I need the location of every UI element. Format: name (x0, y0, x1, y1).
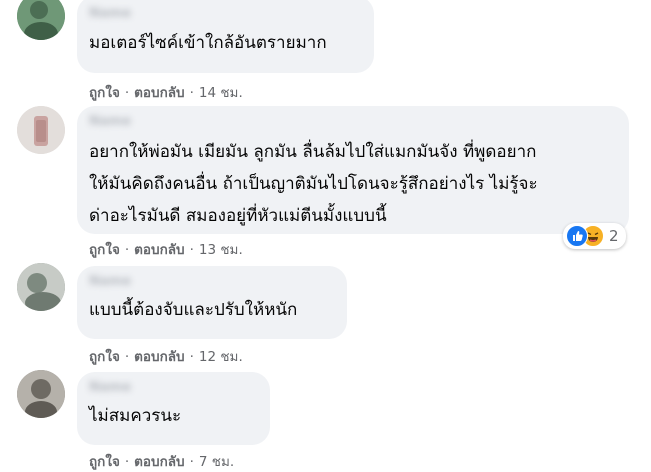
separator-dot: · (189, 242, 194, 258)
separator-dot: · (124, 242, 130, 258)
comment-text: แบบนี้ต้องจับและปรับให้หนัก (89, 300, 298, 320)
like-icon (566, 225, 588, 247)
comment-actions: ถูกใจ · ตอบกลับ · 12 ชม. (89, 345, 243, 367)
avatar[interactable] (17, 0, 65, 40)
reply-link[interactable]: ตอบกลับ (134, 85, 184, 101)
like-link[interactable]: ถูกใจ (89, 454, 120, 470)
separator-dot: · (124, 454, 130, 470)
avatar[interactable] (17, 263, 65, 311)
separator-dot: · (189, 454, 194, 470)
comment-timestamp[interactable]: 13 ชม. (199, 242, 243, 258)
avatar[interactable] (17, 106, 65, 154)
avatar[interactable] (17, 370, 65, 418)
like-link[interactable]: ถูกใจ (89, 349, 120, 365)
reply-link[interactable]: ตอบกลับ (134, 454, 184, 470)
reply-link[interactable]: ตอบกลับ (134, 242, 184, 258)
separator-dot: · (124, 349, 130, 365)
avatar-image (17, 106, 65, 154)
comment-timestamp[interactable]: 12 ชม. (199, 349, 243, 365)
avatar-image (17, 370, 65, 418)
comment-text: มอเตอร์ไซค์เข้าใกล้อันตรายมาก (89, 33, 327, 53)
separator-dot: · (124, 85, 130, 101)
comment-bubble: Name มอเตอร์ไซค์เข้าใกล้อันตรายมาก (77, 0, 374, 73)
like-link[interactable]: ถูกใจ (89, 85, 120, 101)
comment-bubble: Name ไม่สมควรนะ (77, 372, 270, 445)
author-name[interactable]: Name (89, 6, 181, 22)
avatar-image (17, 263, 65, 311)
comment-actions: ถูกใจ · ตอบกลับ · 13 ชม. (89, 238, 243, 260)
comment-bubble: Name อยากให้พ่อมัน เมียมัน ลูกมัน ลื่นล้… (77, 106, 629, 234)
comment-text: อยากให้พ่อมัน เมียมัน ลูกมัน ลื่นล้มไปใส… (89, 142, 538, 226)
separator-dot: · (189, 349, 194, 365)
reaction-summary[interactable]: 2 (563, 223, 626, 249)
author-name[interactable]: Name (89, 380, 234, 396)
separator-dot: · (189, 85, 194, 101)
reaction-count: 2 (609, 227, 619, 245)
reply-link[interactable]: ตอบกลับ (134, 349, 184, 365)
like-link[interactable]: ถูกใจ (89, 242, 120, 258)
comment-text: ไม่สมควรนะ (89, 406, 182, 426)
author-name[interactable]: Name (89, 114, 224, 130)
comment-bubble: Name แบบนี้ต้องจับและปรับให้หนัก (77, 266, 347, 339)
comment-timestamp[interactable]: 14 ชม. (199, 85, 243, 101)
comment-actions: ถูกใจ · ตอบกลับ · 7 ชม. (89, 450, 234, 472)
avatar-image (17, 0, 65, 40)
comment-actions: ถูกใจ · ตอบกลับ · 14 ชม. (89, 81, 243, 103)
author-name[interactable]: Name (89, 274, 207, 290)
comment-timestamp[interactable]: 7 ชม. (199, 454, 234, 470)
